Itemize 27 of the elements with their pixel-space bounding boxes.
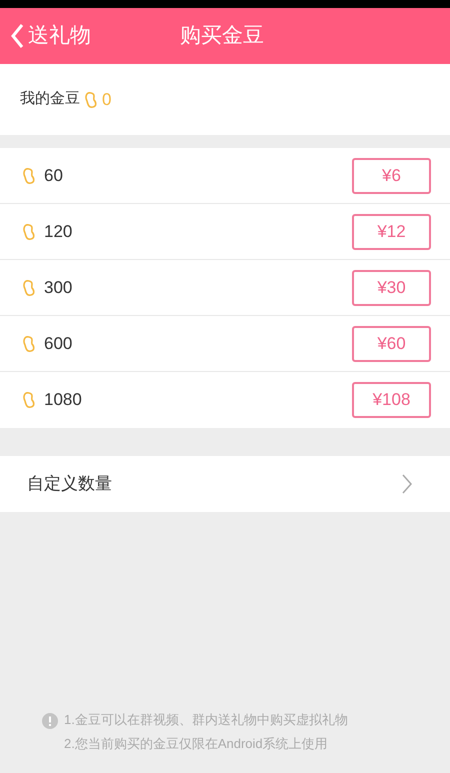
custom-amount-row[interactable]: 自定义数量 <box>0 456 450 512</box>
bean-icon <box>22 334 36 352</box>
price-button[interactable]: ¥60 <box>352 326 431 362</box>
bean-icon <box>22 222 36 240</box>
package-amount: 300 <box>44 276 74 299</box>
note-text: 1.金豆可以在群视频、群内送礼物中购买虚拟礼物 <box>64 711 348 729</box>
package-amount: 1080 <box>44 389 83 412</box>
price-button[interactable]: ¥108 <box>352 382 431 418</box>
back-icon <box>10 23 24 49</box>
bean-icon <box>84 90 98 108</box>
price-button[interactable]: ¥12 <box>352 214 431 250</box>
chevron-right-icon <box>402 474 412 494</box>
note-text: 2.您当前购买的金豆仅限在Android系统上使用 <box>64 734 329 752</box>
back-button[interactable]: 送礼物 <box>0 20 91 52</box>
package-amount: 120 <box>44 220 74 243</box>
balance-amount: 0 <box>102 88 112 111</box>
bean-icon <box>22 166 36 184</box>
package-amount: 600 <box>44 332 74 355</box>
bean-icon <box>22 391 36 409</box>
balance-label: 我的金豆 <box>20 89 80 110</box>
info-icon <box>42 713 58 729</box>
bean-icon <box>22 278 36 296</box>
page-title: 购买金豆 <box>180 23 264 50</box>
custom-amount-label: 自定义数量 <box>27 473 112 496</box>
package-amount: 60 <box>44 164 64 187</box>
price-button[interactable]: ¥6 <box>352 158 431 194</box>
price-button[interactable]: ¥30 <box>352 270 431 306</box>
